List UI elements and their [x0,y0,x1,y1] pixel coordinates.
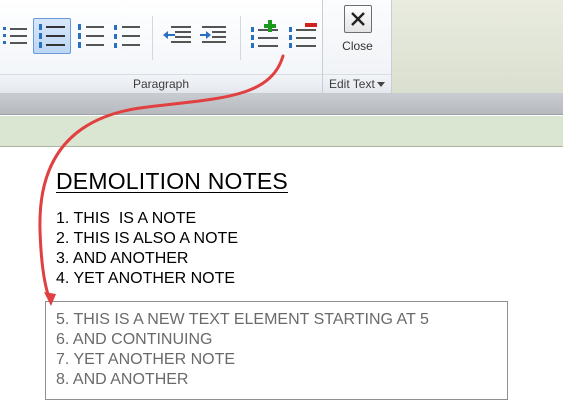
increment-list-value-button[interactable] [246,18,282,54]
note-line: 5. THIS IS A NEW TEXT ELEMENT STARTING A… [56,311,429,328]
note-line: 4. YET ANOTHER NOTE [56,270,236,287]
view-tab-bar [0,116,563,147]
dropdown-arrow-icon [377,82,385,87]
note-line: 8. AND ANOTHER [56,371,189,388]
paragraph-group: Paragraph [0,0,323,93]
separator [152,16,153,60]
bullet-list-button[interactable] [0,18,30,54]
decrease-indent-button[interactable] [160,18,194,54]
numbered-list-icon [39,24,65,48]
lowercase-list-icon [114,25,140,48]
edit-text-label: Edit Text [329,77,375,91]
notes-list: 1. THIS IS A NOTE 2. THIS IS ALSO A NOTE… [56,209,238,289]
document-title: DEMOLITION NOTES [56,168,288,194]
lettered-list-button[interactable] [74,18,108,54]
ribbon-empty-area [392,0,563,93]
options-bar [0,93,563,115]
note-line: 7. YET ANOTHER NOTE [56,351,236,368]
decrement-list-value-icon [289,23,317,48]
decrement-list-value-button[interactable] [284,18,320,54]
bullet-list-icon [3,27,27,44]
note-line: 6. AND CONTINUING [56,331,213,348]
increase-indent-button[interactable] [197,18,231,54]
close-label[interactable]: Close [323,39,392,53]
note-line: 3. AND ANOTHER [56,250,189,267]
decrease-indent-icon [163,26,191,43]
lettered-list-icon [78,24,104,48]
note-line: 2. THIS IS ALSO A NOTE [56,230,238,247]
numbered-list-button[interactable] [33,18,71,54]
paragraph-group-label: Paragraph [0,74,322,93]
separator [240,16,241,60]
lowercase-list-button[interactable] [109,18,145,54]
close-button[interactable] [344,5,372,33]
note-line: 1. THIS IS A NOTE [56,210,197,227]
increment-list-value-icon [251,20,278,48]
ribbon: Paragraph Edit Text Close [0,0,563,93]
increase-indent-icon [200,26,226,43]
close-icon [351,12,365,26]
edit-text-group-label[interactable]: Edit Text [323,74,391,93]
new-text-element-list[interactable]: 5. THIS IS A NEW TEXT ELEMENT STARTING A… [56,310,429,390]
